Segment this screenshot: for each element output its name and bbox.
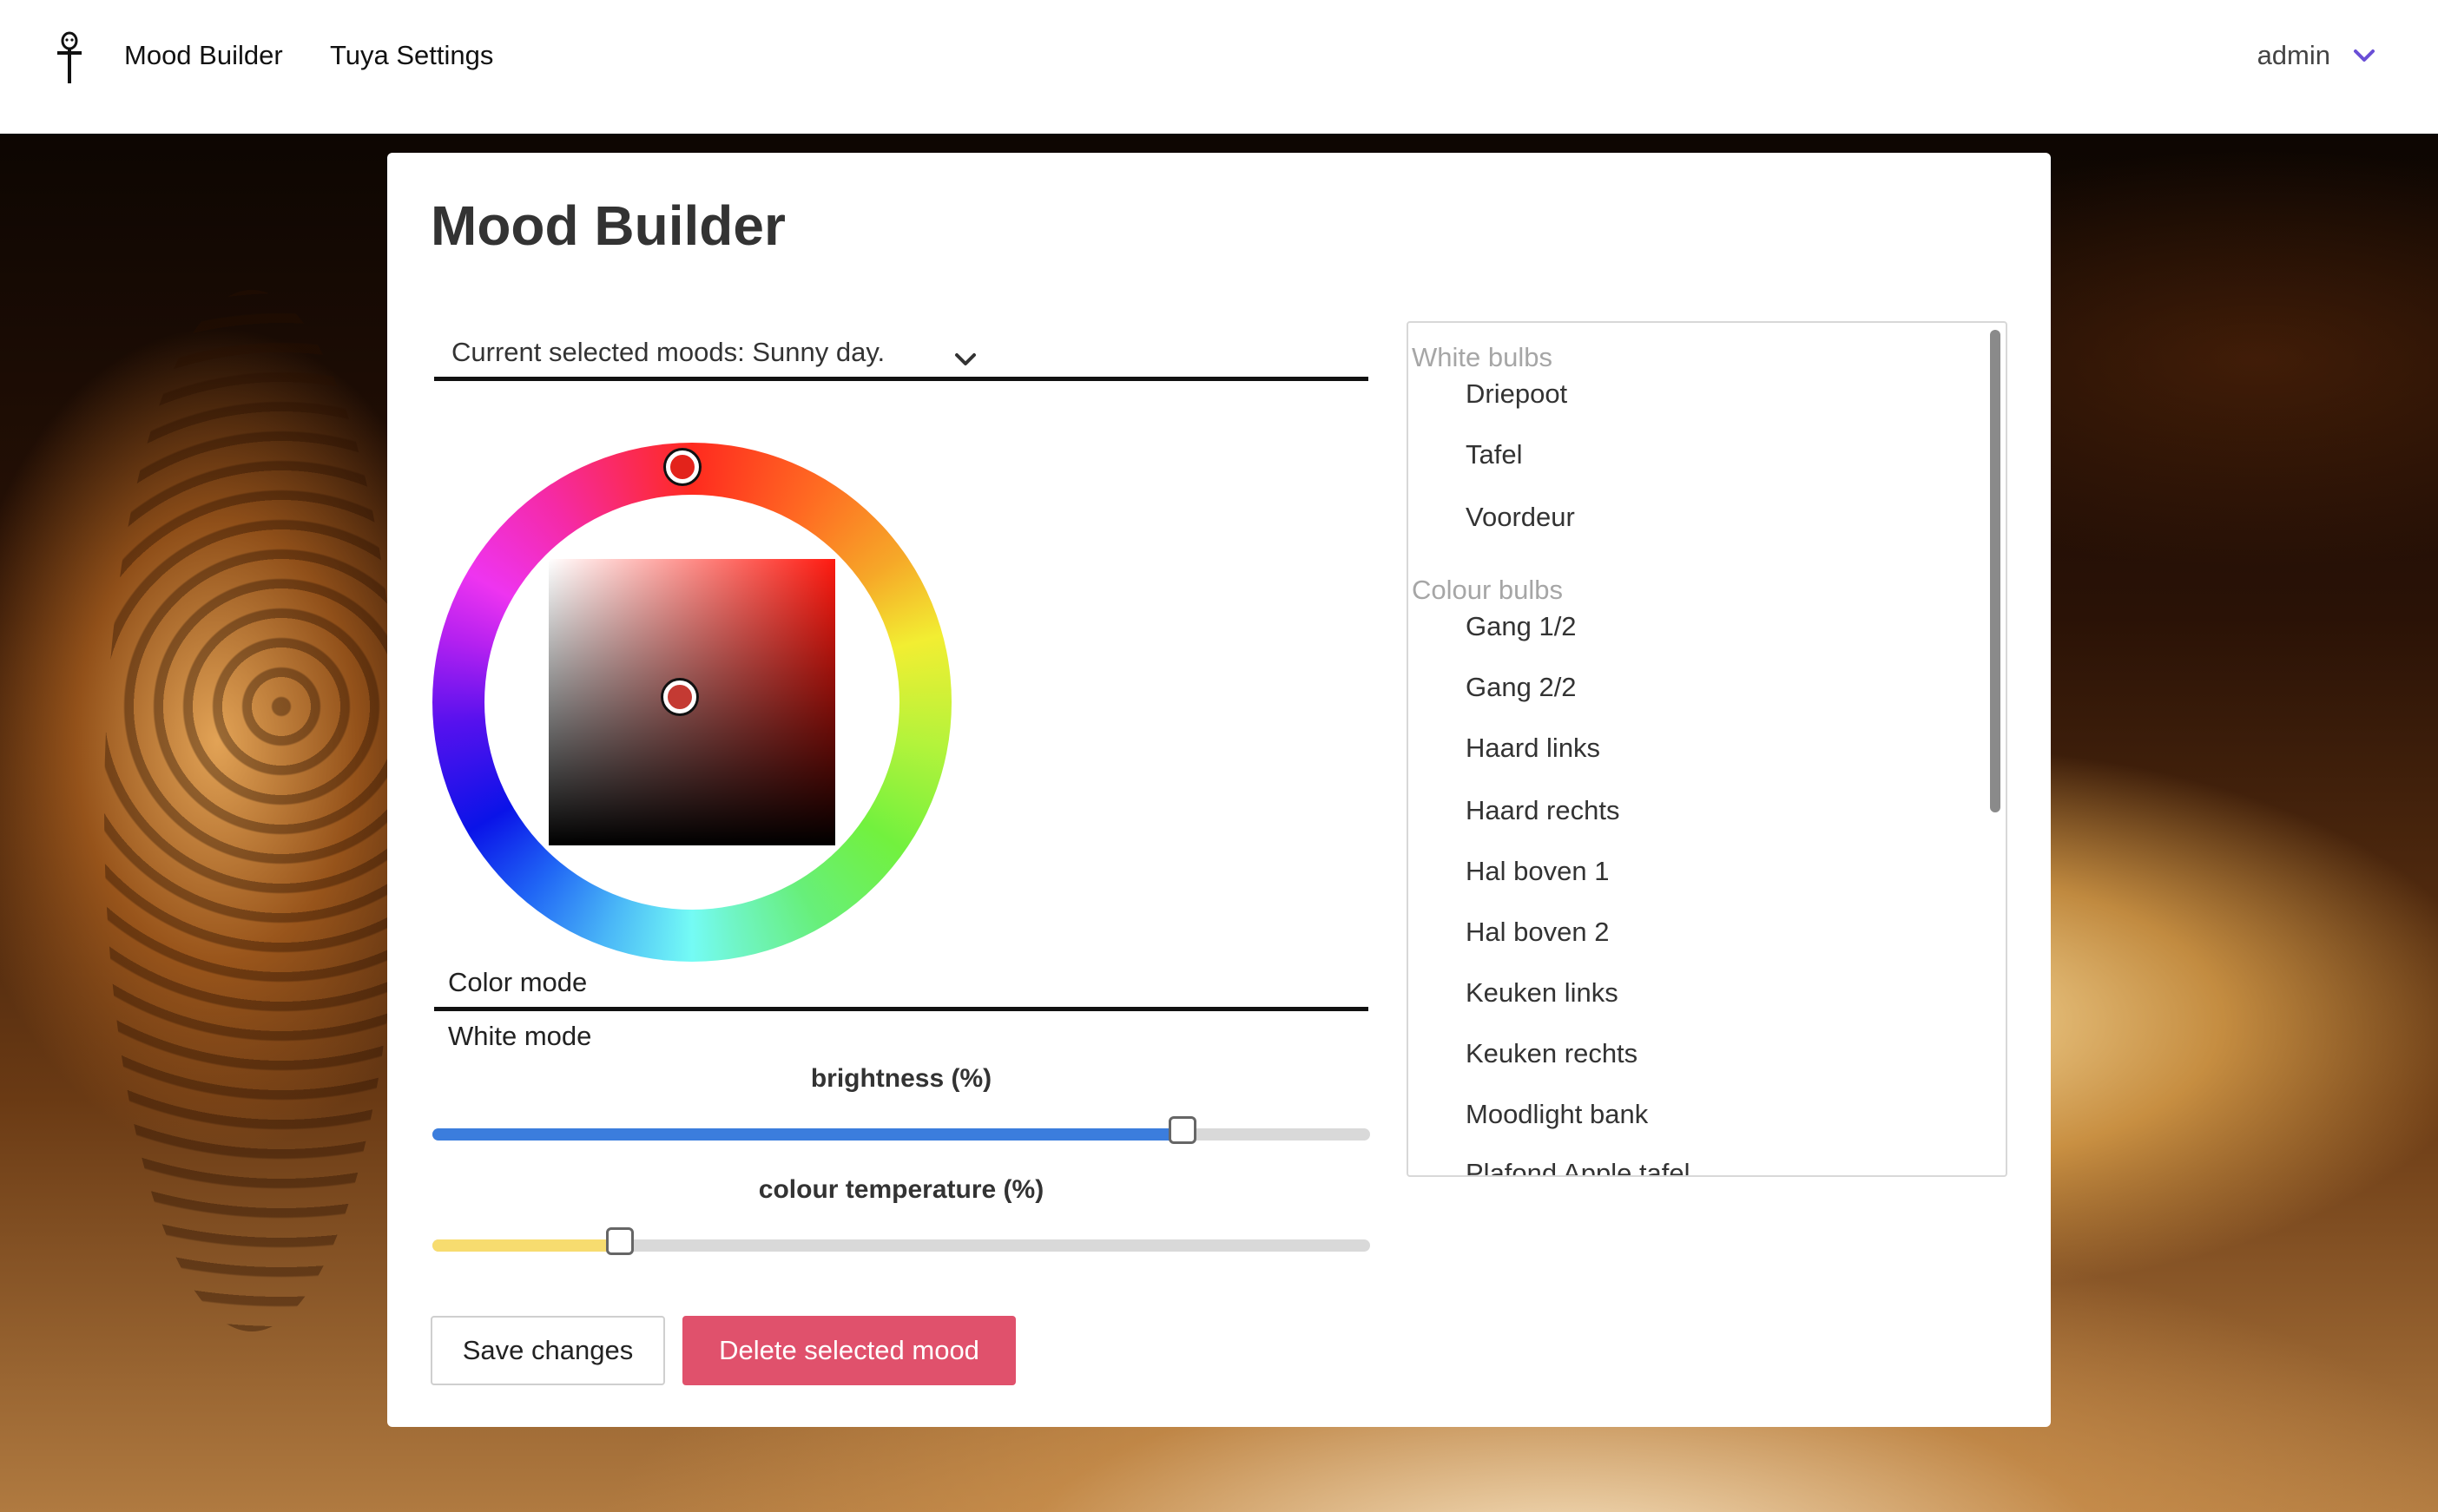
save-changes-button[interactable]: Save changes <box>431 1316 665 1385</box>
top-navbar: Mood Builder Tuya Settings admin <box>0 0 2438 134</box>
page-title: Mood Builder <box>431 194 786 257</box>
list-item[interactable]: Moodlight bank <box>1466 1099 1648 1130</box>
chevron-down-icon <box>955 353 976 365</box>
color-picker[interactable] <box>432 443 952 962</box>
colour-temperature-slider-thumb[interactable] <box>606 1227 634 1255</box>
list-item[interactable]: Haard links <box>1466 733 1600 764</box>
list-item[interactable]: Voordeur <box>1466 502 1575 533</box>
list-item[interactable]: Hal boven 2 <box>1466 917 1609 948</box>
list-item[interactable]: Hal boven 1 <box>1466 856 1609 887</box>
colour-temperature-slider-fill <box>432 1239 620 1252</box>
nav-link-mood-builder[interactable]: Mood Builder <box>124 38 283 73</box>
background-ornament <box>104 290 399 1331</box>
brightness-slider[interactable] <box>432 1116 1370 1144</box>
mode-divider <box>434 1007 1368 1011</box>
list-item[interactable]: Gang 2/2 <box>1466 672 1577 703</box>
colour-temperature-slider[interactable] <box>432 1227 1370 1255</box>
list-item[interactable]: Tafel <box>1466 439 1522 470</box>
list-item[interactable]: Keuken rechts <box>1466 1038 1637 1069</box>
group-label-colour-bulbs: Colour bulbs <box>1412 575 1564 605</box>
user-name: admin <box>2257 40 2330 70</box>
mood-builder-card: Mood Builder Current selected moods: Sun… <box>387 153 2051 1427</box>
ankh-figure-logo-icon[interactable] <box>50 31 89 85</box>
brightness-label: brightness (%) <box>810 1064 992 1093</box>
nav-link-tuya-settings[interactable]: Tuya Settings <box>330 38 493 73</box>
tab-color-mode[interactable]: Color mode <box>448 967 587 998</box>
hue-handle[interactable] <box>666 450 699 483</box>
group-label-white-bulbs: White bulbs <box>1412 342 1552 372</box>
brightness-slider-fill <box>432 1128 1183 1141</box>
mood-select-dropdown[interactable]: Current selected moods: Sunny day. <box>434 326 1368 381</box>
chevron-down-icon <box>2354 49 2375 62</box>
mood-select-label: Current selected moods: Sunny day. <box>451 337 886 367</box>
bulb-select-list[interactable]: White bulbs Driepoot Tafel Voordeur Colo… <box>1407 321 2007 1177</box>
tab-white-mode[interactable]: White mode <box>448 1021 591 1052</box>
bulb-list-scrollbar-thumb[interactable] <box>1990 330 2000 812</box>
saturation-value-handle[interactable] <box>663 680 696 713</box>
delete-selected-mood-button[interactable]: Delete selected mood <box>682 1316 1016 1385</box>
user-menu[interactable]: admin <box>2257 38 2375 73</box>
list-item[interactable]: Haard rechts <box>1466 795 1619 826</box>
brightness-slider-thumb[interactable] <box>1169 1116 1196 1144</box>
colour-temperature-label: colour temperature (%) <box>758 1175 1044 1204</box>
list-item[interactable]: Plafond Apple tafel <box>1466 1158 1690 1175</box>
list-item[interactable]: Driepoot <box>1466 378 1567 410</box>
list-item[interactable]: Keuken links <box>1466 977 1618 1009</box>
list-item[interactable]: Gang 1/2 <box>1466 611 1577 642</box>
